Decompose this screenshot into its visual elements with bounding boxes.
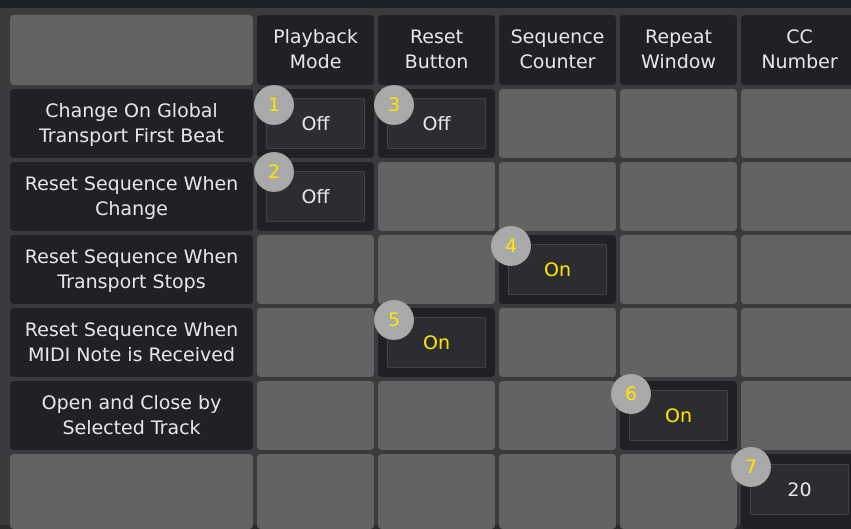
callout-badge-6: 6 [611,374,651,414]
cell-r2-c3 [499,162,616,231]
cell-r6-c2 [378,454,495,529]
settings-matrix: Playback Mode Reset Button Sequence Coun… [0,8,851,529]
row-header-empty [10,454,253,529]
cell-r6-c1 [257,454,374,529]
cell-r3-c2 [378,235,495,304]
cell-r6-c4 [620,454,737,529]
callout-badge-1: 1 [254,85,294,125]
row-header-reset-when-change: Reset Sequence When Change [10,162,253,231]
col-header-repeat-window: Repeat Window [620,15,737,85]
callout-badge-3: 3 [374,85,414,125]
callout-badge-7: 7 [731,447,771,487]
cell-r2-c2 [378,162,495,231]
cell-r1-c4 [620,89,737,158]
row-header-reset-when-transport-stops: Reset Sequence When Transport Stops [10,235,253,304]
col-header-sequence-counter: Sequence Counter [499,15,616,85]
header-corner [10,15,253,85]
cell-r5-c3 [499,381,616,450]
cell-r4-c1 [257,308,374,377]
col-header-playback-mode: Playback Mode [257,15,374,85]
row-header-global-transport-first-beat: Change On Global Transport First Beat [10,89,253,158]
callout-badge-2: 2 [254,152,294,192]
col-header-reset-button: Reset Button [378,15,495,85]
cell-r3-c5 [741,235,851,304]
cell-r4-c3 [499,308,616,377]
callout-badge-5: 5 [374,300,414,340]
row-header-selected-track: Open and Close by Selected Track [10,381,253,450]
cell-r4-c4 [620,308,737,377]
cell-r6-c3 [499,454,616,529]
callout-badge-4: 4 [491,226,531,266]
top-bar [0,0,851,8]
cell-r3-c1 [257,235,374,304]
col-header-cc-number: CC Number [741,15,851,85]
cell-r5-c5 [741,381,851,450]
cell-r2-c5 [741,162,851,231]
cell-r5-c2 [378,381,495,450]
cell-r4-c5 [741,308,851,377]
cell-r1-c5 [741,89,851,158]
cell-r1-c3 [499,89,616,158]
cell-r3-c4 [620,235,737,304]
cell-r2-c4 [620,162,737,231]
row-header-reset-when-midi-note: Reset Sequence When MIDI Note is Receive… [10,308,253,377]
cell-r5-c1 [257,381,374,450]
